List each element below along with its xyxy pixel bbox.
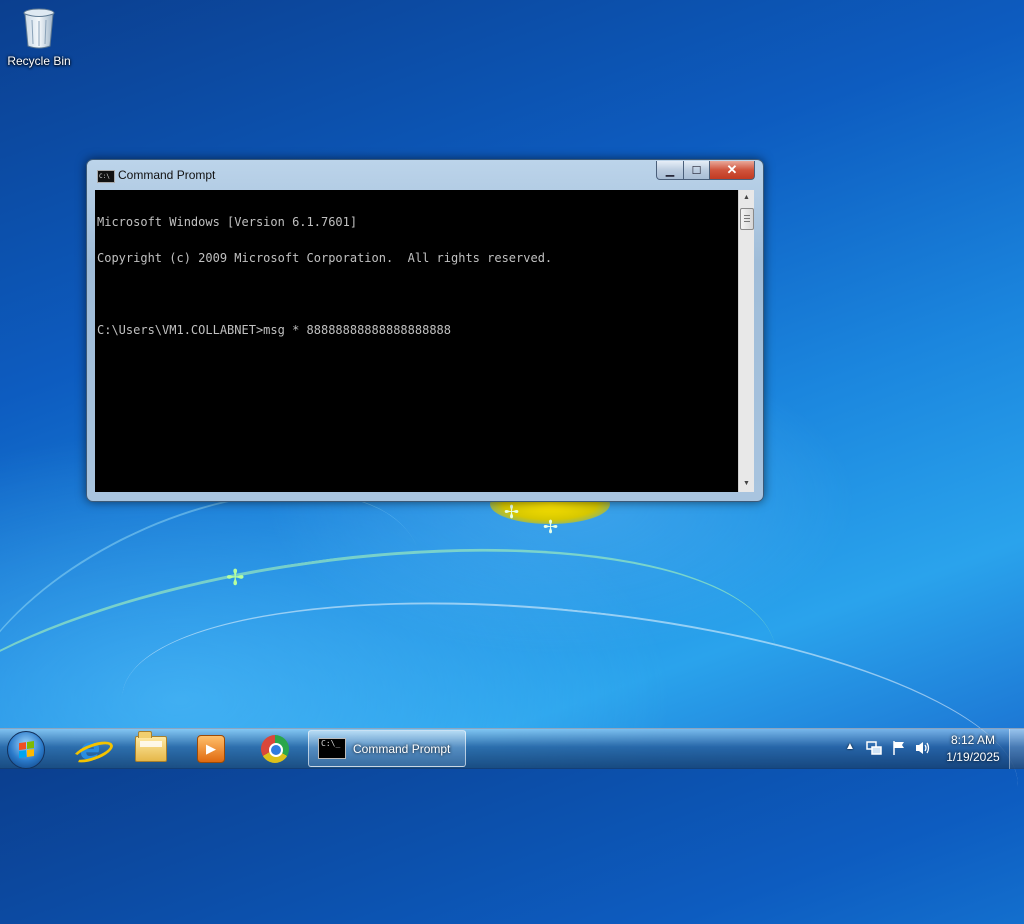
clock-time: 8:12 AM — [950, 733, 996, 747]
desktop-icon-label: Recycle Bin — [7, 54, 71, 68]
desktop-icon-recycle-bin[interactable]: Recycle Bin — [4, 6, 74, 68]
minimize-button[interactable]: ▁ — [656, 161, 684, 180]
window-title: Command Prompt — [118, 168, 216, 182]
scroll-down-arrow-icon[interactable]: ▼ — [739, 476, 754, 492]
taskbar: e ▶ C:\_ Command Prompt ▲ 8:12 AM 1/19/2… — [0, 728, 1024, 769]
window-controls: ▁ ☐ ✕ — [656, 161, 755, 180]
internet-explorer-icon: e — [66, 731, 116, 767]
chrome-icon — [261, 735, 289, 763]
show-hidden-icons-icon[interactable]: ▲ — [845, 741, 855, 752]
console-line: Copyright (c) 2009 Microsoft Corporation… — [97, 251, 553, 265]
taskbar-pin-internet-explorer[interactable]: e — [65, 731, 116, 767]
console-output[interactable]: Microsoft Windows [Version 6.1.7601] Cop… — [95, 190, 738, 492]
console-line: Microsoft Windows [Version 6.1.7601] — [97, 215, 358, 229]
taskbar-task-command-prompt[interactable]: C:\_ Command Prompt — [308, 730, 466, 767]
minimize-icon: ▁ — [665, 164, 675, 177]
taskbar-pin-file-explorer[interactable] — [126, 731, 176, 767]
start-button[interactable] — [7, 731, 45, 769]
vertical-scrollbar[interactable]: ▲ ▼ — [738, 190, 754, 492]
console-line: C:\Users\VM1.COLLABNET>msg * 88888888888… — [97, 323, 452, 337]
sparkle-icon: ✢ — [543, 517, 559, 538]
scroll-thumb[interactable] — [740, 208, 754, 230]
windows-start-icon — [19, 741, 35, 759]
maximize-button[interactable]: ☐ — [684, 161, 710, 180]
volume-icon[interactable] — [914, 740, 932, 759]
maximize-icon: ☐ — [691, 164, 702, 177]
sparkle-icon: ✢ — [226, 566, 245, 591]
scroll-up-arrow-icon[interactable]: ▲ — [739, 190, 754, 206]
action-center-flag-icon[interactable] — [891, 740, 907, 759]
sparkle-icon: ✢ — [504, 502, 520, 523]
recycle-bin-icon — [22, 6, 56, 50]
cmd-icon: C:\ — [97, 170, 115, 183]
cmd-icon: C:\_ — [318, 738, 346, 759]
taskbar-pin-chrome[interactable] — [250, 731, 300, 767]
show-desktop-button[interactable] — [1009, 729, 1024, 769]
wallpaper-swoosh — [0, 498, 797, 924]
clock-date: 1/19/2025 — [946, 750, 1000, 764]
media-player-icon: ▶ — [197, 735, 225, 763]
taskbar-task-label: Command Prompt — [353, 741, 451, 756]
window-titlebar[interactable]: C:\ Command Prompt ▁ ☐ ✕ — [87, 160, 763, 190]
close-icon: ✕ — [726, 162, 738, 177]
taskbar-pin-media-player[interactable]: ▶ — [186, 731, 236, 767]
network-icon[interactable] — [866, 740, 882, 759]
taskbar-clock[interactable]: 8:12 AM 1/19/2025 — [937, 732, 1009, 766]
command-prompt-window[interactable]: C:\ Command Prompt ▁ ☐ ✕ Microsoft Windo… — [86, 159, 764, 502]
file-explorer-icon — [135, 731, 167, 762]
close-button[interactable]: ✕ — [710, 161, 755, 180]
